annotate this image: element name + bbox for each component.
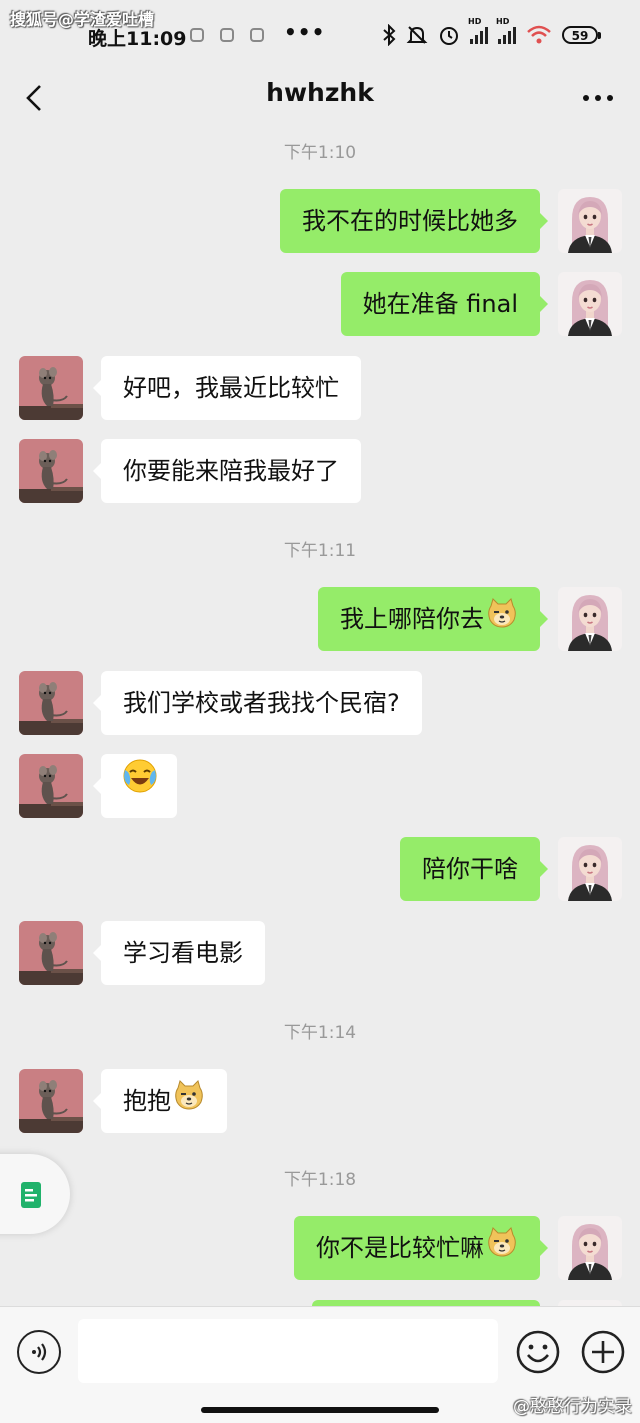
signal-icon: HD	[468, 17, 488, 44]
timestamp: 下午1:11	[283, 541, 357, 561]
message-bubble-outgoing[interactable]: 我上哪陪你去	[318, 587, 548, 652]
message-text: 抱抱	[123, 1087, 171, 1115]
avatar-self[interactable]	[558, 272, 622, 336]
message-bubble-incoming[interactable]: 好吧，我最近比较忙	[93, 356, 361, 420]
message-text: 陪你干啥	[422, 855, 518, 883]
chat-title: hwhzhk	[266, 78, 374, 107]
voice-button[interactable]	[17, 1330, 61, 1374]
avatar-contact[interactable]	[19, 1069, 83, 1133]
message-text: 好吧，我最近比较忙	[123, 374, 339, 402]
notification-icon	[190, 28, 204, 42]
message-text: 我上哪陪你去	[340, 605, 484, 633]
notification-icon	[250, 28, 264, 42]
message-bubble-incoming[interactable]: 学习看电影	[93, 921, 265, 985]
emoji-button[interactable]	[515, 1329, 561, 1375]
avatar-contact[interactable]	[19, 921, 83, 985]
bluetooth-icon	[383, 24, 396, 46]
laughing-crying-icon	[121, 755, 159, 819]
notification-icon	[220, 28, 234, 42]
message-bubble-outgoing[interactable]: 陪你干啥	[400, 837, 548, 901]
doge-icon	[486, 1217, 518, 1281]
message-bubble-incoming[interactable]: 你要能来陪我最好了	[93, 439, 361, 503]
avatar-contact[interactable]	[19, 754, 83, 818]
floating-document-button[interactable]	[0, 1154, 70, 1234]
avatar-self[interactable]	[558, 837, 622, 901]
smiley-icon	[516, 1330, 560, 1374]
home-indicator[interactable]	[201, 1407, 439, 1413]
timestamp: 下午1:14	[283, 1023, 357, 1043]
message-text: 你不是比较忙嘛	[316, 1234, 484, 1262]
avatar-self[interactable]	[558, 587, 622, 651]
message-text: 你要能来陪我最好了	[123, 457, 339, 485]
document-icon	[21, 1182, 41, 1208]
doge-icon	[486, 588, 518, 652]
status-icons: HD HD 59	[382, 17, 601, 48]
chat-header: hwhzhk	[0, 68, 640, 128]
message-text: 我不在的时候比她多	[302, 207, 518, 235]
message-bubble-incoming[interactable]	[93, 754, 177, 819]
timestamp: 下午1:10	[283, 143, 357, 163]
voice-icon	[32, 1343, 47, 1361]
message-text: 我们学校或者我找个民宿?	[123, 689, 400, 717]
message-bubble-incoming[interactable]: 我们学校或者我找个民宿?	[93, 671, 422, 735]
avatar-self[interactable]	[558, 189, 622, 253]
alarm-icon	[440, 27, 458, 45]
message-text: 学习看电影	[123, 939, 243, 967]
battery-icon: 59	[562, 26, 601, 44]
avatar-contact[interactable]	[19, 439, 83, 503]
watermark-bottom: @憨憨行为实录	[513, 1397, 632, 1417]
plus-icon	[581, 1330, 625, 1374]
doge-icon	[173, 1070, 205, 1134]
more-functions-button[interactable]	[580, 1329, 626, 1375]
signal-icon: HD	[496, 17, 516, 44]
message-bubble-incoming[interactable]: 抱抱	[93, 1069, 227, 1134]
more-notifications-icon: •••	[284, 20, 326, 44]
more-options-button[interactable]	[578, 78, 618, 118]
message-input[interactable]	[78, 1319, 498, 1383]
avatar-contact[interactable]	[19, 671, 83, 735]
wifi-icon	[527, 25, 551, 44]
message-bubble-outgoing[interactable]: 你不是比较忙嘛	[294, 1216, 548, 1281]
message-bubble-outgoing[interactable]: 她在准备 final	[340, 272, 549, 336]
avatar-contact[interactable]	[19, 356, 83, 420]
message-bubble-outgoing[interactable]: 我不在的时候比她多	[280, 189, 548, 253]
more-dots-icon	[583, 95, 613, 101]
message-text: 她在准备 final	[362, 290, 518, 318]
avatar-self[interactable]	[558, 1216, 622, 1280]
timestamp: 下午1:18	[283, 1170, 357, 1190]
watermark-top: 搜狐号@学渣爱吐槽	[10, 10, 155, 29]
mute-icon	[406, 26, 428, 44]
